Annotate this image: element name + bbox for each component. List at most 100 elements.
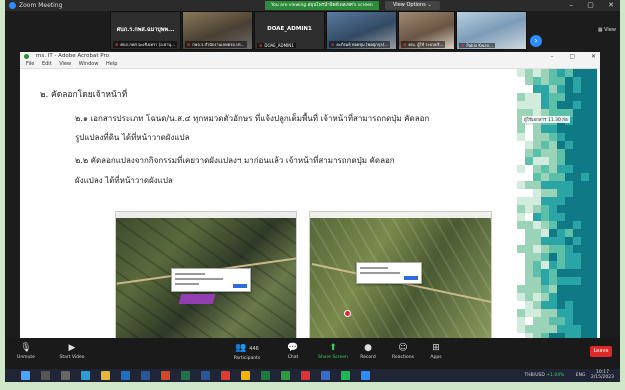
acrobat-minimize-button[interactable]: – — [550, 53, 553, 60]
close-button[interactable]: ✕ — [608, 1, 614, 9]
mosaic-tile — [549, 237, 557, 245]
task-view-icon[interactable] — [61, 371, 70, 380]
participant-tile[interactable]: ✖ ยะภิรมย์ ห่อยชุม (พอศุภกุล)... — [326, 11, 397, 50]
popup-copy-button[interactable] — [404, 276, 418, 280]
mosaic-tile — [541, 181, 549, 189]
mosaic-tile — [573, 221, 581, 229]
view-options-button[interactable]: View Options ⌄ — [385, 1, 440, 10]
start-menu-icon[interactable] — [21, 371, 30, 380]
mosaic-tile — [533, 325, 541, 333]
app-icon[interactable] — [241, 371, 250, 380]
mosaic-tile — [573, 253, 581, 261]
mosaic-tile — [525, 293, 533, 301]
mosaic-tile — [565, 141, 573, 149]
line-icon[interactable] — [341, 371, 350, 380]
chat-button[interactable]: 💬 Chat — [283, 341, 303, 360]
word-icon[interactable] — [201, 371, 210, 380]
app-icon[interactable] — [261, 371, 270, 380]
mosaic-tile — [557, 125, 565, 133]
mosaic-tile — [573, 309, 581, 317]
participant-tag-text: DOAE_ADMIN1 — [264, 43, 294, 48]
chrome-icon[interactable] — [221, 371, 230, 380]
mosaic-tile — [525, 69, 533, 77]
minimize-button[interactable]: – — [570, 1, 574, 9]
mosaic-tile — [549, 229, 557, 237]
reactions-button[interactable]: ☺ Reactions — [389, 341, 417, 360]
mosaic-tile — [517, 245, 525, 253]
mosaic-tile — [581, 189, 589, 197]
mosaic-tile — [565, 229, 573, 237]
excel-icon[interactable] — [181, 371, 190, 380]
mosaic-tile — [589, 237, 597, 245]
word-icon[interactable] — [141, 371, 150, 380]
popup-copy-button[interactable] — [233, 284, 247, 288]
mosaic-tile — [589, 325, 597, 333]
start-video-button[interactable]: ▶ Start Video — [57, 341, 87, 360]
mosaic-tile — [549, 101, 557, 109]
leave-button[interactable]: Leave — [590, 346, 612, 357]
record-button[interactable]: ● Record — [357, 341, 379, 360]
mosaic-tile — [581, 253, 589, 261]
participant-tile[interactable]: DOAE_ADMIN1 ✖ DOAE_ADMIN1 — [254, 11, 325, 50]
mosaic-tile — [517, 269, 525, 277]
maximize-button[interactable]: ▢ — [587, 1, 594, 9]
menu-view[interactable]: View — [59, 61, 71, 67]
mosaic-tile — [557, 205, 565, 213]
participants-button[interactable]: 👥 446 Participants — [227, 341, 267, 361]
share-screen-button[interactable]: ⬆ Share Screen — [315, 341, 351, 360]
powerpoint-icon[interactable] — [161, 371, 170, 380]
mosaic-tile — [581, 301, 589, 309]
unmute-button[interactable]: 🎙 Unmute — [13, 341, 39, 360]
share-screen-label: Share Screen — [318, 355, 348, 360]
acrobat-icon[interactable] — [301, 371, 310, 380]
menu-file[interactable]: File — [26, 61, 34, 67]
mosaic-tile — [549, 125, 557, 133]
app-icon[interactable] — [321, 371, 330, 380]
zoom-icon[interactable] — [361, 371, 370, 380]
mosaic-tile — [541, 149, 549, 157]
edge-browser-icon[interactable] — [81, 371, 90, 380]
mosaic-tile — [533, 229, 541, 237]
view-button[interactable]: ▦ View — [598, 27, 616, 33]
reactions-label: Reactions — [392, 355, 414, 360]
search-icon[interactable] — [41, 371, 50, 380]
mosaic-tile — [565, 221, 573, 229]
mosaic-tile — [533, 205, 541, 213]
menu-edit[interactable]: Edit — [42, 61, 52, 67]
paragraph-line: ๒.๑ เอกสารประเภท โฉนด/น.ส.๔ ทุกหมวดตัวอั… — [75, 114, 430, 123]
mosaic-tile — [581, 117, 589, 125]
participant-tile[interactable]: ✖ Pablo Kwan... — [456, 11, 527, 50]
mosaic-tile — [589, 109, 597, 117]
mosaic-tile — [581, 285, 589, 293]
participant-tile[interactable]: ✖ กษจ.ร.สำนักงานเกษตรอ.ปร... — [182, 11, 253, 50]
language-indicator[interactable]: ENG — [576, 373, 586, 378]
app-icon[interactable] — [121, 371, 130, 380]
participant-tile[interactable]: ศบภ.ร.กพส.ฉมาบุพพ... ✖ ศบภ.กพส.ฉะเชิงเทรา… — [110, 11, 181, 50]
next-participants-icon[interactable]: › — [530, 35, 542, 47]
acrobat-close-button[interactable]: ✕ — [591, 53, 596, 60]
clock[interactable]: 10:17 2/15/2023 — [591, 370, 614, 380]
app-icon[interactable] — [281, 371, 290, 380]
participants-label: Participants — [233, 356, 261, 361]
mosaic-tile — [549, 93, 557, 101]
mosaic-tile — [581, 149, 589, 157]
mosaic-tile — [541, 293, 549, 301]
mosaic-tile — [573, 101, 581, 109]
mosaic-tile — [517, 85, 525, 93]
mosaic-tile — [533, 197, 541, 205]
menu-help[interactable]: Help — [106, 61, 117, 67]
mosaic-tile — [581, 325, 589, 333]
mosaic-tile — [533, 93, 541, 101]
file-explorer-icon[interactable] — [101, 371, 110, 380]
mosaic-tile — [557, 213, 565, 221]
acrobat-maximize-button[interactable]: ▢ — [569, 53, 575, 60]
mosaic-tile — [557, 301, 565, 309]
participant-name: DOAE_ADMIN1 — [267, 26, 312, 32]
mosaic-tile — [557, 261, 565, 269]
menu-window[interactable]: Window — [79, 61, 99, 67]
mosaic-tile — [581, 101, 589, 109]
mosaic-tile — [525, 157, 533, 165]
mosaic-tile — [589, 133, 597, 141]
participant-tile[interactable]: ✖ ตณ. ผู้ใช้ ระบบบริ... — [398, 11, 455, 50]
apps-button[interactable]: ⊞ Apps — [427, 341, 445, 360]
